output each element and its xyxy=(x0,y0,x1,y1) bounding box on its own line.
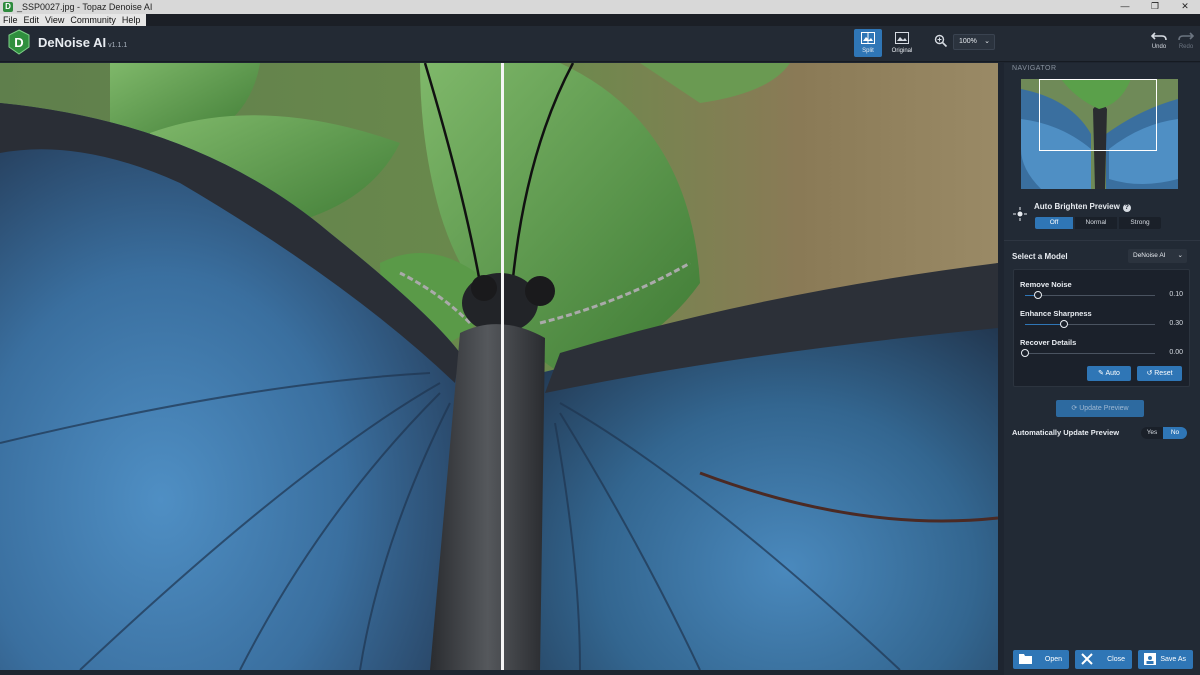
settings-panel: NAVIGATOR Auto Brighten Preview? Off Nor… xyxy=(1004,63,1200,675)
enhance-sharpness-label: Enhance Sharpness xyxy=(1020,309,1092,318)
undo-label: Undo xyxy=(1151,44,1167,50)
window-close-button[interactable]: ✕ xyxy=(1172,0,1198,14)
original-label: Original xyxy=(891,48,913,54)
auto-update-label: Automatically Update Preview xyxy=(1012,428,1120,437)
open-label: Open xyxy=(1044,656,1062,663)
reset-label: Reset xyxy=(1154,370,1173,377)
help-icon[interactable]: ? xyxy=(1122,204,1131,212)
menu-file[interactable]: File xyxy=(0,14,21,26)
original-view-icon xyxy=(895,32,909,44)
butterfly-photo xyxy=(0,63,998,670)
close-label: Close xyxy=(1107,656,1125,663)
brighten-normal-option[interactable]: Normal xyxy=(1075,217,1117,229)
auto-brighten-title: Auto Brighten Preview? xyxy=(1034,202,1131,212)
app-icon: D xyxy=(3,2,13,12)
recover-details-slider-handle[interactable] xyxy=(1021,349,1029,357)
remove-noise-label: Remove Noise xyxy=(1020,280,1072,289)
svg-text:D: D xyxy=(14,35,23,50)
topaz-logo-icon: D xyxy=(8,29,30,55)
remove-noise-track[interactable] xyxy=(1025,295,1155,296)
auto-button[interactable]: ✎ Auto xyxy=(1087,366,1131,381)
menu-edit[interactable]: Edit xyxy=(21,14,43,26)
navigator-title: NAVIGATOR xyxy=(1012,65,1057,72)
zoom-icon[interactable] xyxy=(934,34,948,48)
redo-label: Redo xyxy=(1178,44,1194,50)
brighten-off-option[interactable]: Off xyxy=(1035,217,1073,229)
image-preview[interactable] xyxy=(0,63,998,670)
remove-noise-value: 0.10 xyxy=(1169,291,1183,298)
auto-update-no[interactable]: No xyxy=(1163,427,1187,439)
window-title: _SSP0027.jpg - Topaz Denoise AI xyxy=(17,2,153,12)
minimize-button[interactable]: — xyxy=(1112,0,1138,14)
zoom-dropdown[interactable]: 100% ⌄ xyxy=(953,34,995,50)
recover-details-value: 0.00 xyxy=(1169,349,1183,356)
enhance-sharpness-value: 0.30 xyxy=(1169,320,1183,327)
menu-view[interactable]: View xyxy=(42,14,67,26)
enhance-sharpness-slider-handle[interactable] xyxy=(1060,320,1068,328)
zoom-value: 100% xyxy=(959,38,977,45)
save-as-label: Save As xyxy=(1160,656,1186,663)
redo-icon xyxy=(1178,32,1195,41)
auto-update-yes[interactable]: Yes xyxy=(1141,427,1163,439)
navigator-thumbnail[interactable] xyxy=(1021,79,1178,189)
app-name: DeNoise AI xyxy=(38,35,107,50)
remove-noise-slider-handle[interactable] xyxy=(1034,291,1042,299)
select-model-label: Select a Model xyxy=(1012,252,1068,261)
brightness-icon xyxy=(1013,207,1027,221)
wand-icon: ✎ xyxy=(1098,370,1106,377)
split-label: Split xyxy=(862,48,874,54)
model-value: DeNoise AI xyxy=(1133,252,1166,259)
maximize-button[interactable]: ❐ xyxy=(1142,0,1168,14)
open-button[interactable]: Open xyxy=(1013,650,1069,669)
undo-button[interactable]: Undo xyxy=(1148,32,1170,50)
window-title-bar: D _SSP0027.jpg - Topaz Denoise AI — ❐ ✕ xyxy=(0,0,1200,14)
model-dropdown[interactable]: DeNoise AI ⌄ xyxy=(1128,249,1187,263)
close-icon xyxy=(1081,653,1093,665)
redo-button[interactable]: Redo xyxy=(1175,32,1197,50)
navigator-viewport[interactable] xyxy=(1039,79,1157,151)
menu-help[interactable]: Help xyxy=(119,14,144,26)
recover-details-label: Recover Details xyxy=(1020,338,1077,347)
app-header: D DeNoise AI v1.1.1 Split Original 100% ⌄… xyxy=(0,26,1200,62)
section-divider xyxy=(1004,240,1200,241)
brighten-strong-option[interactable]: Strong xyxy=(1119,217,1161,229)
reset-button[interactable]: ↺ Reset xyxy=(1137,366,1182,381)
split-view-button[interactable]: Split xyxy=(854,29,882,57)
undo-icon xyxy=(1150,32,1167,41)
close-button[interactable]: Close xyxy=(1075,650,1132,669)
original-view-button[interactable]: Original xyxy=(888,29,916,57)
enhance-sharpness-fill xyxy=(1025,324,1064,325)
save-icon xyxy=(1144,653,1156,665)
auto-brighten-label: Auto Brighten Preview xyxy=(1034,202,1120,211)
update-preview-label: Update Preview xyxy=(1079,405,1129,412)
app-version: v1.1.1 xyxy=(108,42,128,49)
recover-details-track[interactable] xyxy=(1025,353,1155,354)
folder-icon xyxy=(1019,654,1032,664)
chevron-down-icon: ⌄ xyxy=(1177,252,1183,259)
chevron-down-icon: ⌄ xyxy=(984,38,990,45)
update-preview-button[interactable]: ⟳ Update Preview xyxy=(1056,400,1144,417)
auto-label: Auto xyxy=(1105,370,1120,377)
split-view-icon xyxy=(861,32,875,44)
save-as-button[interactable]: Save As xyxy=(1138,650,1193,669)
split-divider-handle[interactable] xyxy=(501,63,504,670)
model-settings-box: Remove Noise 0.10 Enhance Sharpness 0.30… xyxy=(1013,269,1190,387)
menu-bar: File Edit View Community Help xyxy=(0,14,1200,26)
app-brand: DeNoise AI v1.1.1 xyxy=(38,35,127,50)
menu-community[interactable]: Community xyxy=(67,14,119,26)
